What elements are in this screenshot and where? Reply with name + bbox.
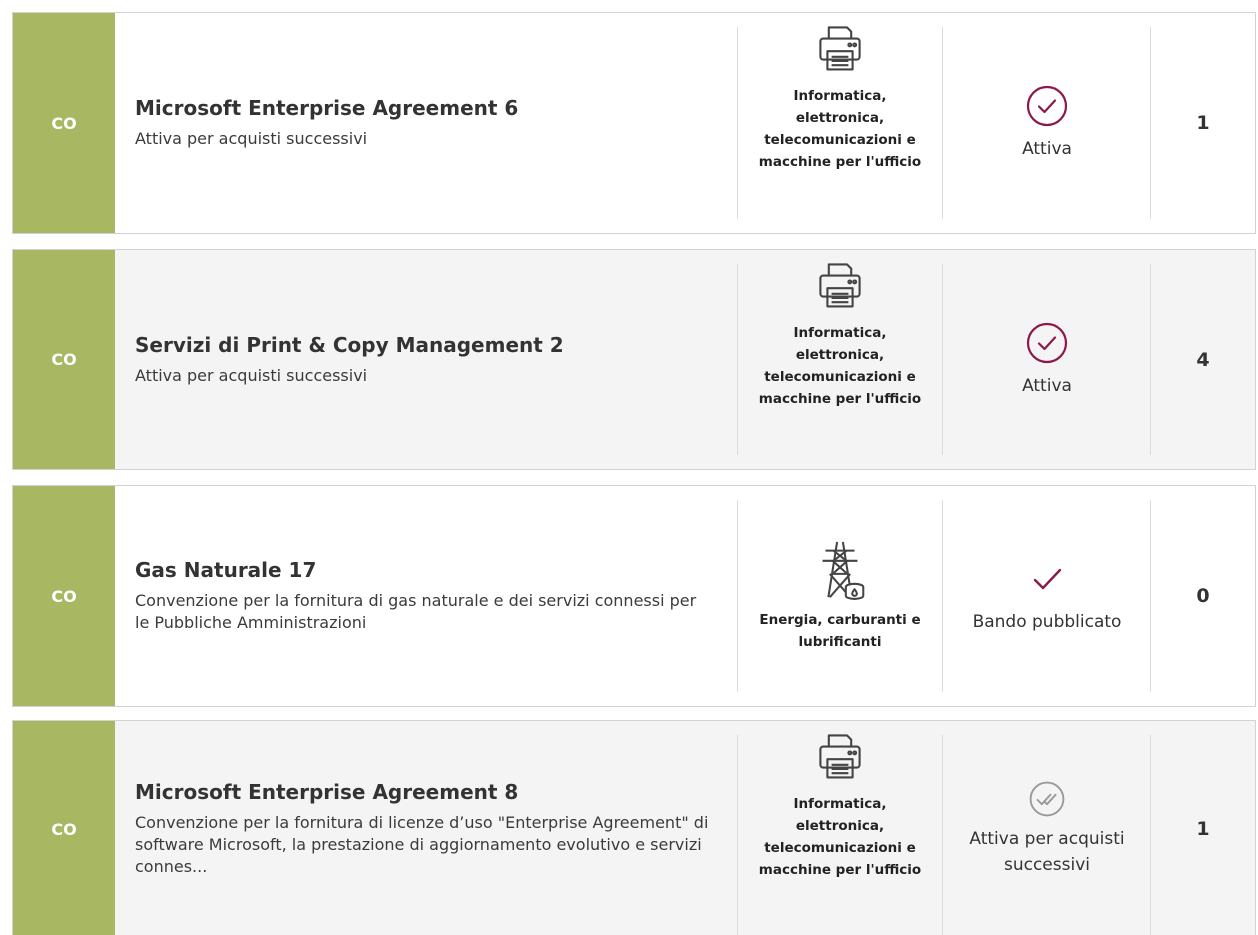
check-circle-icon — [1026, 322, 1068, 363]
item-description: Attiva per acquisti successivi — [135, 365, 368, 385]
item-count: 4 — [1196, 348, 1210, 371]
item-title[interactable]: Microsoft Enterprise Agreement 8 — [135, 780, 737, 804]
status-cell: Attiva — [943, 250, 1151, 469]
status-label: Attiva — [1022, 375, 1072, 396]
type-badge[interactable]: CO — [13, 486, 115, 706]
printer-icon — [819, 734, 861, 779]
category-cell: Informatica, elettronica, telecomunicazi… — [737, 721, 943, 935]
status-cell: Bando pubblicato — [943, 486, 1151, 706]
category-cell: Informatica, elettronica, telecomunicazi… — [737, 250, 943, 469]
status-label: Attiva — [1022, 139, 1072, 159]
category-label: Informatica, elettronica, telecomunicazi… — [758, 88, 922, 170]
double-check-circle-icon — [1029, 781, 1065, 817]
item-title[interactable]: Microsoft Enterprise Agreement 6 — [135, 96, 737, 120]
item-description: Convenzione per la fornitura di licenze … — [135, 813, 709, 876]
item-main: Microsoft Enterprise Agreement 8 Convenz… — [115, 721, 737, 935]
type-badge[interactable]: CO — [13, 13, 115, 233]
check-icon — [1033, 568, 1062, 590]
check-circle-icon — [1026, 85, 1068, 127]
printer-icon — [819, 26, 861, 71]
category-label: Energia, carburanti e lubrificanti — [759, 612, 921, 650]
category-cell: Energia, carburanti e lubrificanti — [737, 486, 943, 706]
power-tower-icon — [822, 541, 865, 600]
item-title[interactable]: Gas Naturale 17 — [135, 558, 737, 582]
status-cell: Attiva — [943, 13, 1151, 233]
list-item[interactable]: CO Microsoft Enterprise Agreement 8 Conv… — [12, 720, 1256, 935]
item-description: Attiva per acquisti successivi — [135, 129, 368, 148]
item-main: Gas Naturale 17 Convenzione per la forni… — [115, 486, 737, 706]
category-cell: Informatica, elettronica, telecomunicazi… — [737, 13, 943, 233]
item-count: 1 — [1196, 112, 1210, 134]
item-main: Servizi di Print & Copy Management 2 Att… — [115, 250, 737, 469]
item-description: Convenzione per la fornitura di gas natu… — [135, 591, 697, 632]
list-item[interactable]: CO Servizi di Print & Copy Management 2 … — [12, 249, 1256, 470]
item-title[interactable]: Servizi di Print & Copy Management 2 — [135, 333, 737, 357]
status-cell: Attiva per acquisti successivi — [943, 721, 1151, 935]
category-label: Informatica, elettronica, telecomunicazi… — [758, 796, 922, 878]
item-count: 0 — [1196, 585, 1210, 607]
type-badge[interactable]: CO — [13, 721, 115, 935]
status-label: Attiva per acquisti successivi — [969, 829, 1125, 875]
list-item[interactable]: CO Gas Naturale 17 Convenzione per la fo… — [12, 485, 1256, 707]
item-main: Microsoft Enterprise Agreement 6 Attiva … — [115, 13, 737, 233]
type-badge[interactable]: CO — [13, 250, 115, 469]
status-label: Bando pubblicato — [972, 612, 1122, 632]
item-count: 1 — [1196, 818, 1210, 840]
convention-list: CO Microsoft Enterprise Agreement 6 Atti… — [0, 0, 1258, 935]
printer-icon — [819, 263, 861, 308]
list-item[interactable]: CO Microsoft Enterprise Agreement 6 Atti… — [12, 12, 1256, 234]
category-label: Informatica, elettronica, telecomunicazi… — [758, 325, 922, 407]
